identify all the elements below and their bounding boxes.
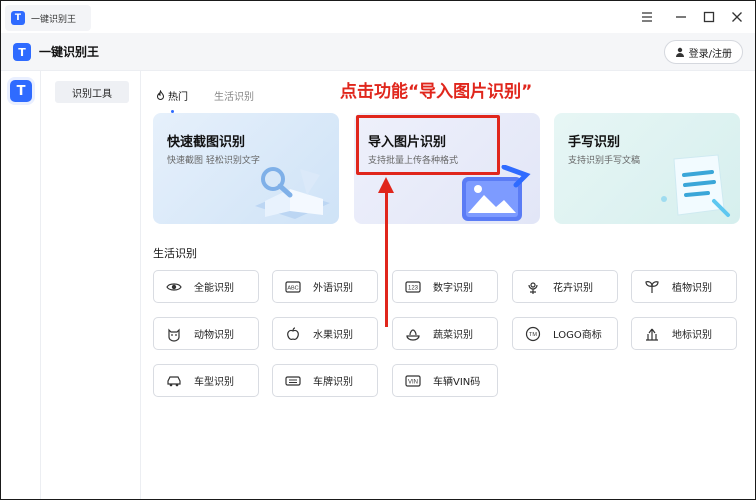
feature-label: 水果识别 bbox=[313, 330, 353, 341]
card-screenshot-ocr[interactable]: 快速截图识别 快速截图 轻松识别文字 bbox=[153, 113, 339, 224]
veg-icon bbox=[403, 324, 423, 344]
app-logo-icon: T bbox=[13, 43, 31, 61]
feature-label: 数字识别 bbox=[433, 283, 473, 294]
landmark-icon bbox=[642, 324, 662, 344]
feature-plate-ocr[interactable]: 车牌识别 bbox=[272, 364, 378, 397]
close-icon[interactable] bbox=[729, 9, 745, 25]
feature-label: 外语识别 bbox=[313, 283, 353, 294]
abc-icon: ABC bbox=[283, 277, 303, 297]
123-icon: 123 bbox=[403, 277, 423, 297]
minimize-icon[interactable] bbox=[673, 9, 689, 25]
rail-logo-icon[interactable]: T bbox=[10, 80, 32, 102]
feature-label: 花卉识别 bbox=[553, 283, 593, 294]
apple-icon bbox=[283, 324, 303, 344]
feature-logo-ocr[interactable]: TM LOGO商标 bbox=[512, 317, 618, 350]
card-title: 手写识别 bbox=[568, 135, 621, 150]
title-bar: T 一键识别王 bbox=[1, 1, 755, 33]
svg-text:TM: TM bbox=[529, 332, 537, 338]
tab-hot[interactable]: 热门 bbox=[156, 83, 188, 113]
feature-foreign-ocr[interactable]: ABC 外语识别 bbox=[272, 270, 378, 303]
main-content: 热门 生活识别 点击功能“导入图片识别” 快速截图识别 快速截图 轻松识别文字 … bbox=[142, 71, 755, 499]
svg-text:ABC: ABC bbox=[287, 285, 298, 291]
svg-text:VIN: VIN bbox=[408, 379, 418, 385]
eye-icon bbox=[164, 277, 184, 297]
tab-hot-label: 热门 bbox=[168, 91, 188, 103]
window-tab-title: 一键识别王 bbox=[31, 14, 77, 25]
feature-flower-ocr[interactable]: 花卉识别 bbox=[512, 270, 618, 303]
section-title: 生活识别 bbox=[153, 247, 197, 260]
leaf-icon bbox=[642, 277, 662, 297]
annotation-arrow bbox=[385, 189, 388, 327]
category-tabs: 热门 生活识别 bbox=[156, 83, 254, 113]
feature-label: 蔬菜识别 bbox=[433, 330, 473, 341]
feature-plant-ocr[interactable]: 植物识别 bbox=[631, 270, 737, 303]
app-logo-icon: T bbox=[11, 11, 25, 25]
tab-life[interactable]: 生活识别 bbox=[214, 83, 254, 107]
cat-icon bbox=[164, 324, 184, 344]
feature-label: LOGO商标 bbox=[553, 330, 602, 341]
vin-icon: VIN bbox=[403, 371, 423, 391]
feature-animal-ocr[interactable]: 动物识别 bbox=[153, 317, 259, 350]
feature-vin-ocr[interactable]: VIN 车辆VIN码 bbox=[392, 364, 498, 397]
app-header: T 一键识别王 登录/注册 bbox=[1, 33, 755, 71]
sidebar-item-tools[interactable]: 识别工具 bbox=[55, 81, 129, 103]
app-window: T 一键识别王 T 一键识别王 登录/注册 T 识别工具 热门 生活识别 点击功… bbox=[0, 0, 756, 500]
feature-label: 动物识别 bbox=[194, 330, 234, 341]
left-rail: T bbox=[1, 71, 41, 499]
plate-icon bbox=[283, 371, 303, 391]
feature-car-model-ocr[interactable]: 车型识别 bbox=[153, 364, 259, 397]
car-icon bbox=[164, 371, 184, 391]
card-handwriting[interactable]: 手写识别 支持识别手写文稿 bbox=[554, 113, 740, 224]
feature-label: 车辆VIN码 bbox=[433, 377, 481, 388]
feature-label: 全能识别 bbox=[194, 283, 234, 294]
feature-all-ocr[interactable]: 全能识别 bbox=[153, 270, 259, 303]
maximize-icon[interactable] bbox=[701, 9, 717, 25]
handwriting-doc-icon bbox=[661, 154, 730, 217]
flame-icon bbox=[156, 90, 165, 100]
feature-label: 地标识别 bbox=[672, 330, 712, 341]
login-button[interactable]: 登录/注册 bbox=[663, 40, 743, 64]
app-title: 一键识别王 bbox=[39, 45, 100, 59]
card-title: 快速截图识别 bbox=[167, 135, 246, 150]
book-magnifier-icon bbox=[255, 167, 330, 219]
feature-label: 车型识别 bbox=[194, 377, 234, 388]
login-label: 登录/注册 bbox=[688, 48, 732, 60]
feature-vegetable-ocr[interactable]: 蔬菜识别 bbox=[392, 317, 498, 350]
tab-life-label: 生活识别 bbox=[214, 91, 254, 103]
menu-icon[interactable] bbox=[639, 9, 655, 25]
svg-text:123: 123 bbox=[408, 285, 419, 291]
flower-icon bbox=[523, 277, 543, 297]
user-icon bbox=[675, 47, 684, 57]
feature-landmark-ocr[interactable]: 地标识别 bbox=[631, 317, 737, 350]
feature-label: 车牌识别 bbox=[313, 377, 353, 388]
annotation-text: 点击功能“导入图片识别” bbox=[340, 82, 533, 102]
tm-icon: TM bbox=[523, 324, 543, 344]
feature-label: 植物识别 bbox=[672, 283, 712, 294]
card-subtitle: 支持识别手写文稿 bbox=[568, 156, 641, 166]
highlight-box bbox=[356, 115, 500, 175]
feature-number-ocr[interactable]: 123 数字识别 bbox=[392, 270, 498, 303]
window-tab[interactable]: T 一键识别王 bbox=[5, 5, 91, 31]
sidebar: 识别工具 bbox=[41, 71, 141, 499]
feature-fruit-ocr[interactable]: 水果识别 bbox=[272, 317, 378, 350]
